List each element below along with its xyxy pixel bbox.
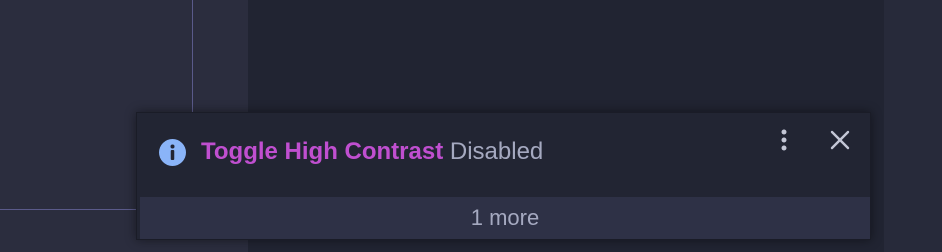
info-icon: [159, 139, 186, 166]
close-icon: [830, 130, 850, 150]
notification-toast: Toggle High Contrast Disabled 1 more: [136, 112, 871, 240]
more-actions-button[interactable]: [768, 125, 800, 157]
horizontal-guide-line: [0, 209, 136, 210]
notification-message: Toggle High Contrast Disabled: [201, 137, 543, 167]
right-panel-background: [884, 0, 942, 252]
show-more-notifications-button[interactable]: 1 more: [140, 197, 870, 239]
kebab-menu-icon: [781, 129, 787, 151]
notification-status-text: Disabled: [449, 138, 544, 165]
notification-body: Toggle High Contrast Disabled: [137, 113, 870, 197]
close-notification-button[interactable]: [824, 125, 856, 157]
vertical-guide-line: [192, 0, 193, 112]
notification-command-name: Toggle High Contrast: [201, 138, 444, 165]
